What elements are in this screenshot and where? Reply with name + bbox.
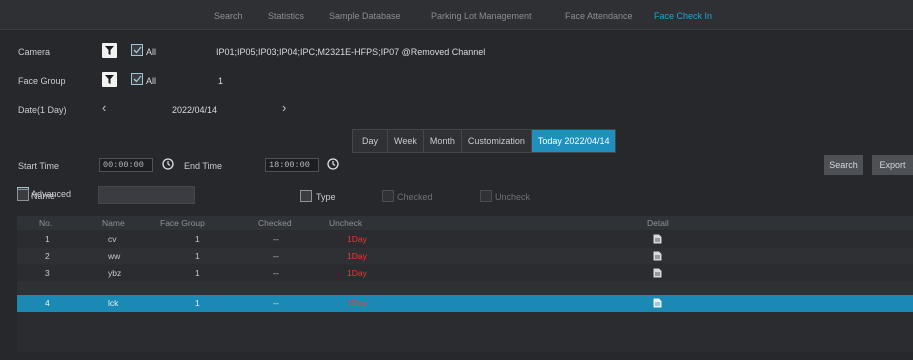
table-row[interactable]: 3 ybz 1 -- 1Day xyxy=(17,265,913,281)
column-header-checked[interactable]: Checked xyxy=(258,218,292,228)
table-row[interactable]: 2 ww 1 -- 1Day xyxy=(17,248,913,264)
tab-search[interactable]: Search xyxy=(214,11,243,21)
name-label: Name xyxy=(31,191,56,201)
type-label: Type xyxy=(316,192,336,202)
row-face-group: 1 xyxy=(195,234,200,244)
date-label: Date(1 Day) xyxy=(18,105,67,115)
filter-icon xyxy=(105,75,114,84)
row-no: 2 xyxy=(45,251,50,261)
row-face-group: 1 xyxy=(195,251,200,261)
face-group-all-checkbox[interactable] xyxy=(131,73,143,85)
tab-sample-database[interactable]: Sample Database xyxy=(329,11,401,21)
search-button[interactable]: Search xyxy=(824,155,863,175)
name-input[interactable] xyxy=(98,186,195,204)
row-checked: -- xyxy=(273,268,279,278)
camera-all-label: All xyxy=(146,47,157,57)
face-group-value: 1 xyxy=(218,76,224,86)
period-tab-week[interactable]: Week xyxy=(388,130,424,152)
uncheck-type-checkbox[interactable] xyxy=(480,190,492,202)
row-no: 4 xyxy=(45,298,50,308)
table-row-selected[interactable]: 4 lck 1 -- 1Day xyxy=(17,295,913,312)
top-nav: Search Statistics Sample Database Parkin… xyxy=(0,0,913,30)
row-no: 3 xyxy=(45,268,50,278)
detail-document-icon[interactable] xyxy=(653,234,662,244)
checked-type-checkbox[interactable] xyxy=(382,190,394,202)
detail-document-icon[interactable] xyxy=(653,268,662,278)
clock-icon[interactable] xyxy=(327,158,339,170)
date-value: 2022/04/14 xyxy=(172,105,218,115)
column-header-detail[interactable]: Detail xyxy=(647,218,669,228)
row-name: ww xyxy=(108,251,121,261)
check-icon xyxy=(133,46,142,54)
period-tab-day[interactable]: Day xyxy=(353,130,389,152)
period-tab-today[interactable]: Today 2022/04/14 xyxy=(531,130,616,152)
start-time-input[interactable]: 00:00:00 xyxy=(99,158,153,172)
row-uncheck: 1Day xyxy=(347,234,367,244)
row-checked: -- xyxy=(273,234,279,244)
results-table-header: No. Name Face Group Checked Uncheck Deta… xyxy=(17,216,913,230)
table-row-spacer xyxy=(17,281,913,295)
camera-filter-button[interactable] xyxy=(102,43,117,58)
period-tab-customization[interactable]: Customization xyxy=(462,130,532,152)
period-tab-month[interactable]: Month xyxy=(424,130,462,152)
row-checked: -- xyxy=(273,298,279,308)
row-uncheck: 1Day xyxy=(347,298,367,308)
table-row[interactable]: 1 cv 1 -- 1Day xyxy=(17,231,913,247)
column-header-no[interactable]: No. xyxy=(39,218,52,228)
camera-label: Camera xyxy=(18,47,51,57)
row-no: 1 xyxy=(45,234,50,244)
face-group-all-label: All xyxy=(146,76,157,86)
end-time-label: End Time xyxy=(184,161,223,171)
period-tabs: Day Week Month Customization Today 2022/… xyxy=(352,129,617,153)
tab-parking-lot-management[interactable]: Parking Lot Management xyxy=(431,11,532,21)
row-name: lck xyxy=(108,298,119,308)
uncheck-type-label: Uncheck xyxy=(495,192,531,202)
filter-icon xyxy=(105,46,114,55)
column-header-uncheck[interactable]: Uncheck xyxy=(329,218,362,228)
detail-document-icon[interactable] xyxy=(653,298,662,308)
row-face-group: 1 xyxy=(195,268,200,278)
column-header-face-group[interactable]: Face Group xyxy=(160,218,205,228)
next-date-arrow-icon[interactable]: › xyxy=(282,100,286,115)
detail-document-icon[interactable] xyxy=(653,251,662,261)
row-face-group: 1 xyxy=(195,298,200,308)
face-group-filter-button[interactable] xyxy=(102,72,117,87)
previous-date-arrow-icon[interactable]: ‹ xyxy=(102,100,106,115)
tab-face-attendance[interactable]: Face Attendance xyxy=(565,11,633,21)
checked-type-label: Checked xyxy=(397,192,433,202)
end-time-input[interactable]: 18:00:00 xyxy=(265,158,319,172)
row-uncheck: 1Day xyxy=(347,268,367,278)
tab-face-check-in[interactable]: Face Check In xyxy=(654,11,712,21)
row-name: cv xyxy=(108,234,117,244)
check-icon xyxy=(133,75,142,83)
face-group-label: Face Group xyxy=(18,76,66,86)
camera-all-checkbox[interactable] xyxy=(131,44,143,56)
column-header-name[interactable]: Name xyxy=(102,218,125,228)
type-checkbox[interactable] xyxy=(300,190,312,202)
export-button[interactable]: Export xyxy=(872,155,913,175)
name-checkbox[interactable] xyxy=(17,189,29,201)
row-checked: -- xyxy=(273,251,279,261)
start-time-label: Start Time xyxy=(18,161,60,171)
row-name: ybz xyxy=(108,268,122,278)
camera-list: IP01;IP05;IP03;IP04;IPC;M2321E-HFPS;IP07… xyxy=(216,47,486,57)
row-uncheck: 1Day xyxy=(347,251,367,261)
tab-statistics[interactable]: Statistics xyxy=(268,11,304,21)
clock-icon[interactable] xyxy=(162,158,174,170)
